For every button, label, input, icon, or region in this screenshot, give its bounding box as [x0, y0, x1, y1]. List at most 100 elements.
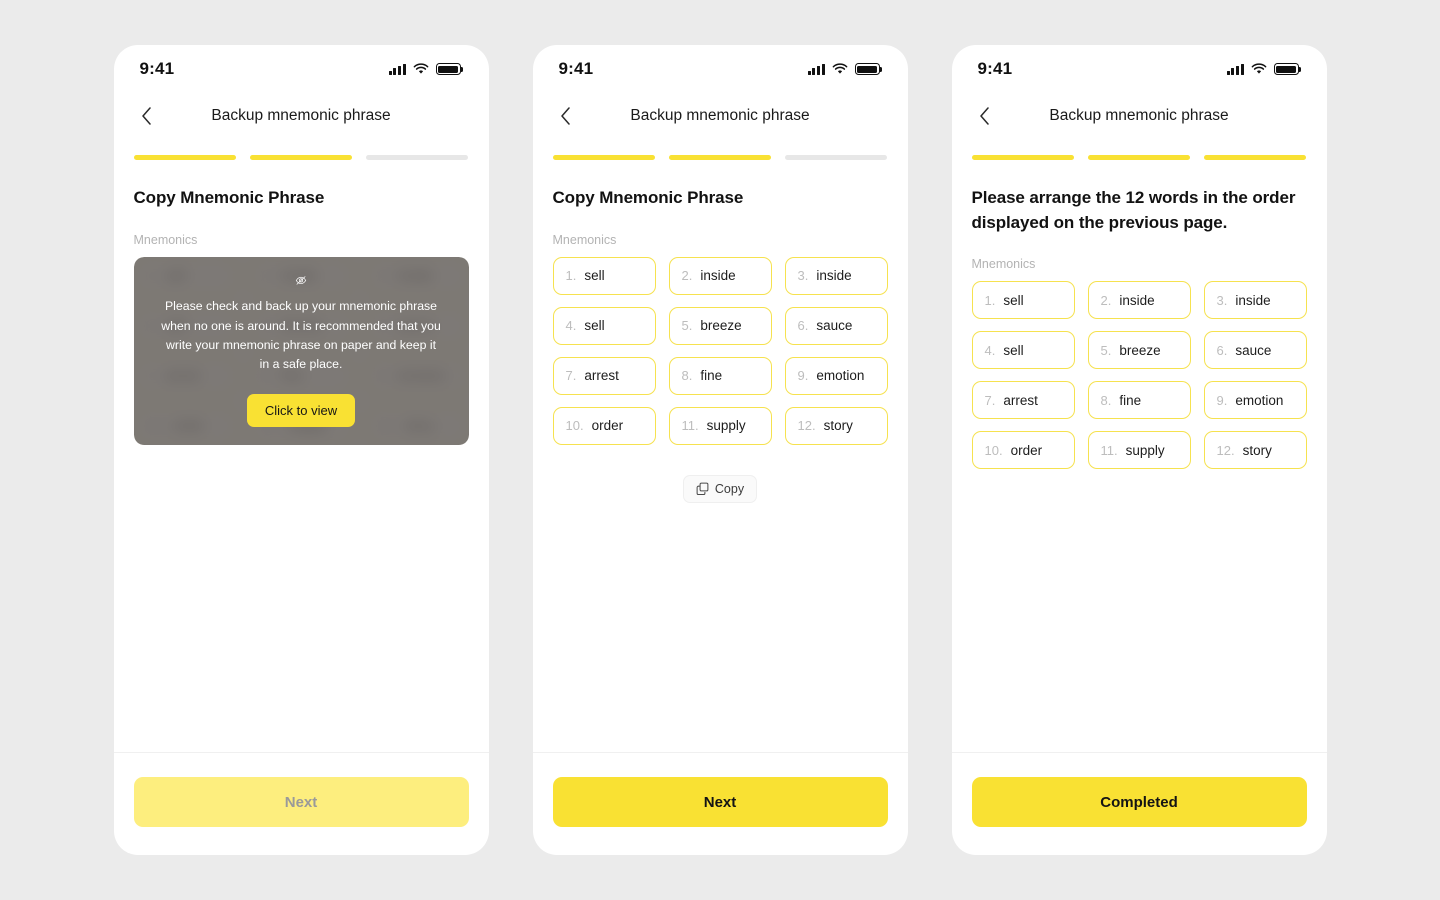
nav-bar: Backup mnemonic phrase [952, 93, 1327, 139]
mnemonics-privacy-overlay: Please check and back up your mnemonic p… [133, 256, 469, 445]
chevron-left-icon [142, 107, 151, 125]
word-text: order [1010, 442, 1043, 458]
cellular-signal-icon [388, 63, 406, 75]
list-item[interactable]: 6. sauce [1203, 331, 1307, 370]
word-index: 11. [1100, 442, 1118, 458]
word-index: 8. [681, 368, 693, 384]
list-item[interactable]: 1. sell [552, 256, 656, 295]
wifi-icon [413, 63, 428, 74]
click-to-view-button[interactable]: Click to view [246, 393, 356, 427]
status-bar: 9:41 [952, 45, 1327, 93]
list-item[interactable]: 12. story [784, 406, 888, 445]
screen-content: Please arrange the 12 words in the order… [952, 160, 1327, 752]
screen-content: Copy Mnemonic Phrase Mnemonics 1.sell 2.… [114, 160, 489, 752]
progress-indicator [114, 139, 489, 160]
copy-button[interactable]: Copy [682, 474, 758, 503]
word-text: arrest [584, 368, 619, 384]
phone-screen-revealed-mnemonics: 9:41 Backup mnemonic phrase Copy Mnemoni… [532, 45, 908, 855]
word-text: sell [584, 318, 605, 334]
word-index: 5. [681, 318, 693, 334]
nav-bar: Backup mnemonic phrase [114, 93, 489, 139]
next-button[interactable]: Next [552, 777, 888, 827]
copy-row: Copy [553, 474, 888, 503]
status-time: 9:41 [139, 59, 175, 78]
eye-off-icon [295, 275, 307, 285]
word-index: 5. [1100, 342, 1112, 358]
footer: Next [113, 752, 489, 855]
word-text: story [823, 418, 853, 434]
list-item[interactable]: 7. arrest [971, 381, 1075, 420]
word-index: 7. [565, 368, 577, 384]
word-index: 10. [984, 442, 1003, 458]
list-item[interactable]: 1. sell [971, 281, 1075, 320]
list-item[interactable]: 3. inside [1203, 281, 1307, 320]
screen-content: Copy Mnemonic Phrase Mnemonics 1.sell 2.… [533, 160, 908, 752]
list-item[interactable]: 3. inside [784, 256, 888, 295]
word-index: 1. [984, 292, 996, 308]
list-item[interactable]: 5. breeze [1087, 331, 1191, 370]
status-time: 9:41 [558, 59, 594, 78]
list-item[interactable]: 10. order [552, 406, 656, 445]
wifi-icon [832, 63, 847, 74]
privacy-message: Please check and back up your mnemonic p… [161, 299, 441, 371]
word-text: emotion [816, 368, 865, 384]
word-text: sauce [1235, 342, 1272, 358]
word-index: 6. [797, 318, 809, 334]
word-text: story [1242, 442, 1272, 458]
word-text: inside [1235, 292, 1271, 308]
next-button[interactable]: Next [133, 777, 469, 827]
status-icons [1226, 63, 1301, 75]
list-item[interactable]: 8. fine [668, 356, 772, 395]
word-text: sell [1003, 342, 1024, 358]
mnemonics-masked-panel: 1.sell 2.inside 3.inside 4.sell 5.breeze… [133, 256, 469, 445]
list-item[interactable]: 6. sauce [784, 306, 888, 345]
list-item[interactable]: 8. fine [1087, 381, 1191, 420]
word-index: 9. [1216, 392, 1228, 408]
list-item[interactable]: 11. supply [668, 406, 772, 445]
list-item[interactable]: 2. inside [1087, 281, 1191, 320]
back-button[interactable] [553, 103, 579, 129]
page-title: Backup mnemonic phrase [1049, 107, 1229, 124]
word-grid: 1. sell 2. inside 3. inside 4. sell 5. breeze… [552, 256, 888, 445]
completed-button[interactable]: Completed [971, 777, 1307, 827]
phone-screen-hidden-mnemonics: 9:41 Backup mnemonic phrase Copy Mnemoni… [113, 45, 489, 855]
word-text: supply [706, 418, 746, 434]
word-index: 12. [1216, 442, 1235, 458]
word-text: fine [1119, 392, 1142, 408]
list-item[interactable]: 9. emotion [784, 356, 888, 395]
list-item[interactable]: 10. order [971, 431, 1075, 470]
wifi-icon [1251, 63, 1266, 74]
word-text: sauce [816, 318, 853, 334]
word-index: 3. [1216, 292, 1228, 308]
word-index: 4. [565, 318, 577, 334]
list-item[interactable]: 7. arrest [552, 356, 656, 395]
word-index: 10. [565, 418, 584, 434]
word-index: 2. [1100, 292, 1112, 308]
word-index: 6. [1216, 342, 1228, 358]
list-item[interactable]: 9. emotion [1203, 381, 1307, 420]
status-icons [388, 63, 463, 75]
status-time: 9:41 [977, 59, 1013, 78]
cellular-signal-icon [807, 63, 825, 75]
list-item[interactable]: 11. supply [1087, 431, 1191, 470]
footer: Completed [951, 752, 1327, 855]
list-item[interactable]: 2. inside [668, 256, 772, 295]
list-item[interactable]: 5. breeze [668, 306, 772, 345]
back-button[interactable] [134, 103, 160, 129]
mnemonics-label: Mnemonics [552, 232, 617, 247]
back-button[interactable] [972, 103, 998, 129]
list-item[interactable]: 4. sell [971, 331, 1075, 370]
phone-screen-verify-mnemonics: 9:41 Backup mnemonic phrase Please arran… [951, 45, 1327, 855]
list-item[interactable]: 4. sell [552, 306, 656, 345]
word-index: 2. [681, 268, 693, 284]
page-heading: Copy Mnemonic Phrase [552, 188, 744, 207]
word-text: fine [700, 368, 723, 384]
status-icons [807, 63, 882, 75]
word-text: sell [584, 268, 605, 284]
list-item[interactable]: 12. story [1203, 431, 1307, 470]
chevron-left-icon [561, 107, 570, 125]
screens-container: 9:41 Backup mnemonic phrase Copy Mnemoni… [0, 0, 1440, 900]
word-index: 8. [1100, 392, 1112, 408]
word-text: inside [1119, 292, 1155, 308]
word-text: arrest [1003, 392, 1038, 408]
